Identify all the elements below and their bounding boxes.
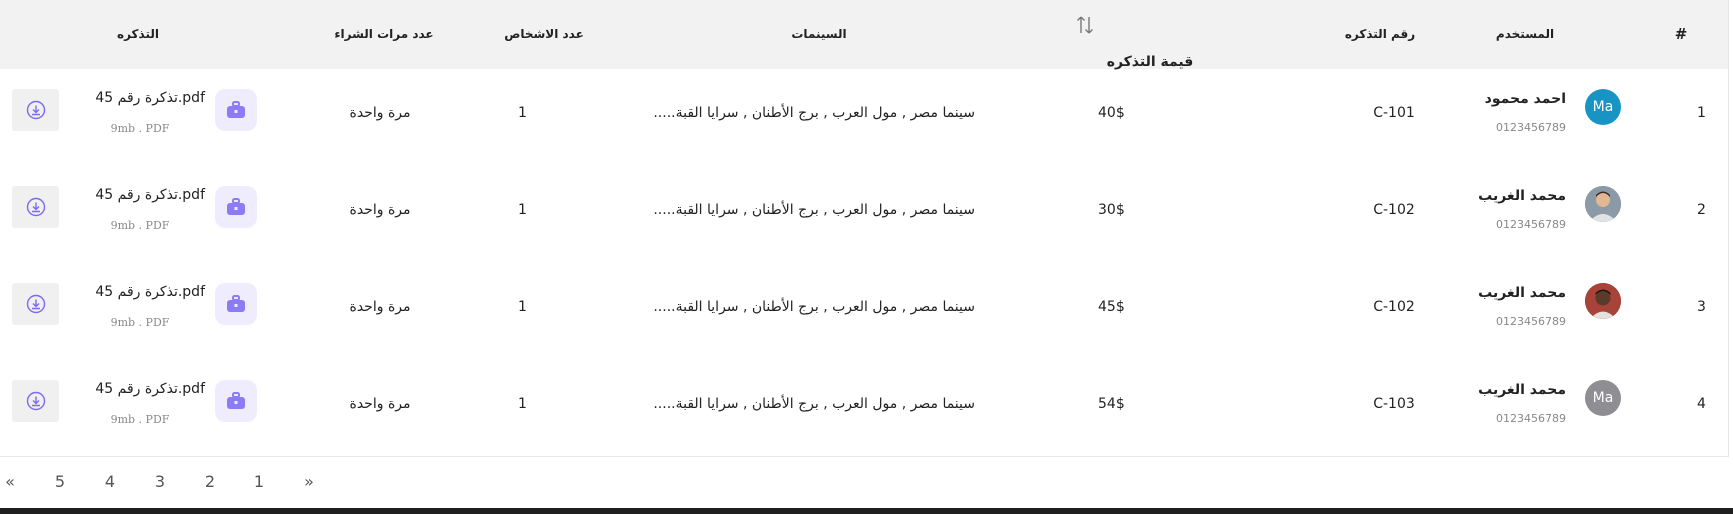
header-ticket: التذكره	[117, 27, 159, 41]
persons-count: 1	[518, 299, 527, 315]
file-meta: 9mb . PDF	[110, 122, 170, 135]
pagination-next[interactable]: «	[5, 472, 15, 491]
user-photo	[1585, 283, 1621, 319]
purchase-count: مرة واحدة	[349, 396, 411, 412]
header-ticket-number: رقم التذكره	[1344, 27, 1416, 41]
header-cinemas: السينمات	[791, 27, 847, 41]
download-button[interactable]	[12, 380, 59, 422]
user-phone: 0123456789	[1496, 315, 1566, 328]
user-phone: 0123456789	[1496, 121, 1566, 134]
pagination: « 5 4 3 2 1 »	[0, 472, 340, 492]
user-photo	[1585, 186, 1621, 222]
download-icon	[26, 100, 45, 120]
tickets-table: # المستخدم رقم التذكره قيمة التذكره السي…	[0, 0, 1729, 457]
row-index: 1	[1697, 105, 1706, 121]
row-index: 2	[1697, 202, 1706, 218]
purchase-count: مرة واحدة	[349, 299, 411, 315]
window-bottom-edge	[0, 508, 1733, 514]
cinemas-list: سينما مصر , مول العرب , برج الأطنان , سر…	[653, 202, 975, 218]
ticket-code: C-102	[1373, 202, 1415, 218]
user-name: محمد الغريب	[1478, 285, 1566, 301]
cinemas-list: سينما مصر , مول العرب , برج الأطنان , سر…	[653, 105, 975, 121]
user-phone: 0123456789	[1496, 218, 1566, 231]
file-name: تذكرة رقم 45.pdf	[95, 187, 205, 203]
table-row: 1 Ma احمد محمود 0123456789 C-101 40$ سين…	[0, 69, 1728, 166]
table-header: # المستخدم رقم التذكره قيمة التذكره السي…	[0, 0, 1728, 70]
page-4[interactable]: 4	[105, 472, 115, 491]
download-icon	[26, 294, 45, 314]
avatar-initials: Ma	[1592, 390, 1614, 406]
user-name: محمد الغريب	[1478, 382, 1566, 398]
ticket-file-icon	[215, 283, 257, 325]
ticket-code: C-102	[1373, 299, 1415, 315]
download-button[interactable]	[12, 186, 59, 228]
cinemas-list: سينما مصر , مول العرب , برج الأطنان , سر…	[653, 299, 975, 315]
file-name: تذكرة رقم 45.pdf	[95, 90, 205, 106]
ticket-file-icon	[215, 380, 257, 422]
row-index: 3	[1697, 299, 1706, 315]
row-index: 4	[1697, 396, 1706, 412]
download-button[interactable]	[12, 283, 59, 325]
ticket-file-icon	[215, 186, 257, 228]
header-user: المستخدم	[1495, 27, 1555, 41]
header-persons: عدد الاشخاص	[504, 27, 584, 41]
user-phone: 0123456789	[1496, 412, 1566, 425]
avatar	[1585, 186, 1621, 222]
page-5[interactable]: 5	[55, 472, 65, 491]
download-icon	[26, 391, 45, 411]
ticket-price: 45$	[1098, 299, 1125, 315]
page-2[interactable]: 2	[205, 472, 215, 491]
ticket-price: 30$	[1098, 202, 1125, 218]
pagination-prev[interactable]: »	[304, 472, 314, 491]
ticket-file-icon	[215, 89, 257, 131]
purchase-count: مرة واحدة	[349, 202, 411, 218]
avatar-initials: Ma	[1592, 99, 1614, 115]
ticket-code: C-101	[1373, 105, 1415, 121]
table-row: 4 Ma محمد الغريب 0123456789 C-103 54$ سي…	[0, 360, 1728, 457]
header-purchases: عدد مرات الشراء	[334, 27, 434, 41]
purchase-count: مرة واحدة	[349, 105, 411, 121]
page-1[interactable]: 1	[254, 472, 264, 491]
table-row: 2 محمد الغريب 0123456789 C-102 30$ سينما…	[0, 166, 1728, 263]
file-meta: 9mb . PDF	[110, 219, 170, 232]
persons-count: 1	[518, 105, 527, 121]
file-meta: 9mb . PDF	[110, 413, 170, 426]
file-name: تذكرة رقم 45.pdf	[95, 381, 205, 397]
avatar: Ma	[1585, 380, 1621, 416]
ticket-price: 54$	[1098, 396, 1125, 412]
persons-count: 1	[518, 396, 527, 412]
persons-count: 1	[518, 202, 527, 218]
ticket-code: C-103	[1373, 396, 1415, 412]
download-button[interactable]	[12, 89, 59, 131]
user-name: محمد الغريب	[1478, 188, 1566, 204]
user-name: احمد محمود	[1484, 91, 1566, 107]
header-index: #	[1674, 25, 1688, 43]
ticket-price: 40$	[1098, 105, 1125, 121]
table-row: 3 محمد الغريب 0123456789 C-102 45$ سينما…	[0, 263, 1728, 360]
file-meta: 9mb . PDF	[110, 316, 170, 329]
sort-icon[interactable]	[1073, 13, 1097, 37]
file-name: تذكرة رقم 45.pdf	[95, 284, 205, 300]
page-3[interactable]: 3	[155, 472, 165, 491]
avatar	[1585, 283, 1621, 319]
cinemas-list: سينما مصر , مول العرب , برج الأطنان , سر…	[653, 396, 975, 412]
download-icon	[26, 197, 45, 217]
avatar: Ma	[1585, 89, 1621, 125]
